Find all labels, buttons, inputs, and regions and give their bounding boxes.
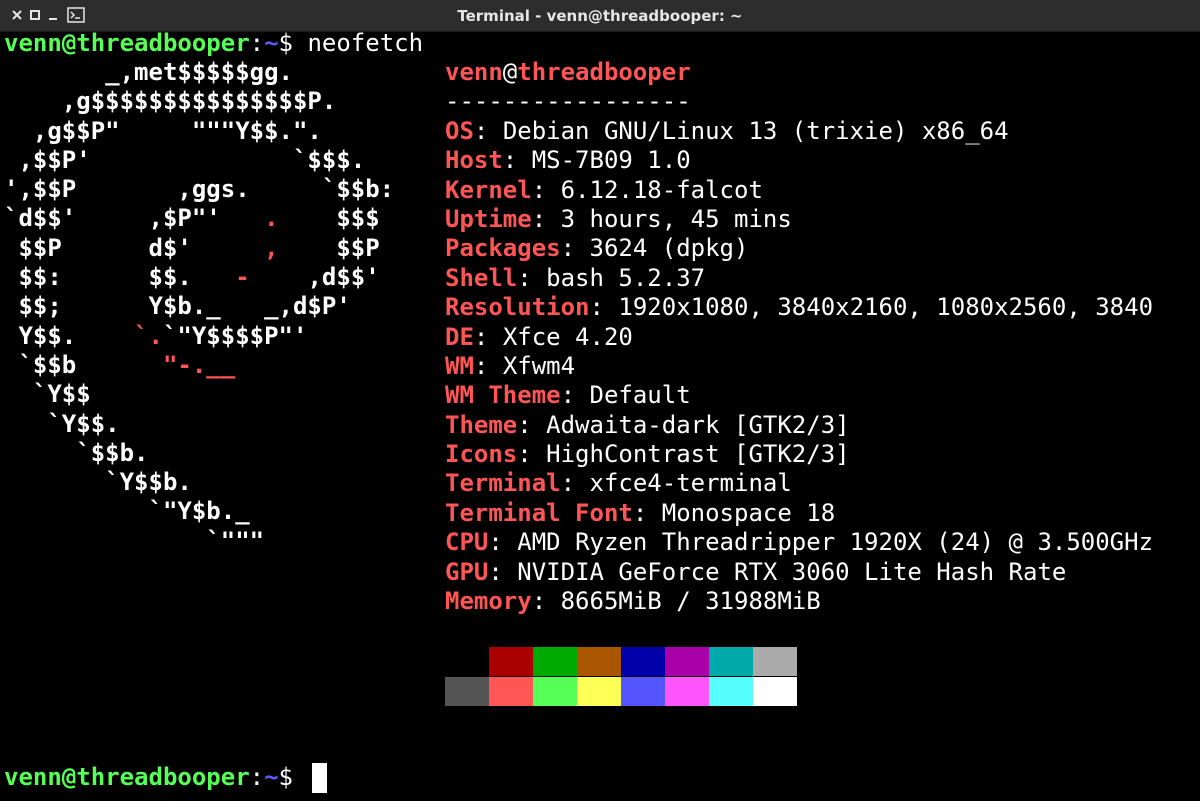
color-swatch-bright-0 xyxy=(445,677,489,706)
info-row-de: DE: Xfce 4.20 xyxy=(445,322,633,351)
info-row-host: Host: MS-7B09 1.0 xyxy=(445,146,691,175)
color-swatch-bright-1 xyxy=(489,677,533,706)
color-swatch-bright-7 xyxy=(753,677,797,706)
info-row-theme: Theme: Adwaita-dark [GTK2/3] xyxy=(445,410,850,439)
color-swatch-normal-2 xyxy=(533,647,577,676)
color-swatch-normal-7 xyxy=(753,647,797,676)
color-swatch-bright-6 xyxy=(709,677,753,706)
logo-line: $$P d$' , $$P xyxy=(4,233,380,262)
info-row-shell: Shell: bash 5.2.37 xyxy=(445,263,706,292)
window-title: Terminal - venn@threadbooper: ~ xyxy=(457,7,743,25)
info-row-memory: Memory: 8665MiB / 31988MiB xyxy=(445,587,821,616)
color-swatch-normal-3 xyxy=(577,647,621,676)
logo-line: `Y$$ xyxy=(4,380,91,409)
logo-line: `$$b. xyxy=(4,438,149,467)
info-header: venn@threadbooper xyxy=(445,58,691,86)
color-swatch-bright-4 xyxy=(621,677,665,706)
logo-line: $$; Y$b._ _,d$P' xyxy=(4,292,351,321)
logo-line: `d$$' ,$P"' . $$$ xyxy=(4,204,380,233)
debian-ascii-logo: _,met$$$$$gg. ,g$$$$$$$$$$$$$$$P. ,g$$P"… xyxy=(4,58,394,556)
color-swatch-normal-5 xyxy=(665,647,709,676)
info-row-resolution: Resolution: 1920x1080, 3840x2160, 1080x2… xyxy=(445,293,1154,322)
prompt-line: venn@threadbooper:~$ neofetch xyxy=(4,29,424,57)
logo-line: ,g$$$$$$$$$$$$$$$P. xyxy=(4,87,337,116)
info-row-os: OS: Debian GNU/Linux 13 (trixie) x86_64 xyxy=(445,116,1009,145)
prompt-line-current: venn@threadbooper:~$ xyxy=(4,763,293,791)
logo-line: `"Y$b._ xyxy=(4,497,250,526)
logo-line: Y$$. `.`"Y$$$$P"' xyxy=(4,321,308,350)
logo-line: ,g$$P" """Y$$.". xyxy=(4,116,322,145)
logo-line: ,$$P' `$$$. xyxy=(4,145,366,174)
info-row-icons: Icons: HighContrast [GTK2/3] xyxy=(445,440,850,469)
info-row-packages: Packages: 3624 (dpkg) xyxy=(445,234,749,263)
color-swatch-normal-6 xyxy=(709,647,753,676)
logo-line: `$$b "-.__ xyxy=(4,350,236,379)
color-swatch-normal-0 xyxy=(445,647,489,676)
logo-line: $$: $$. - ,d$$' xyxy=(4,263,380,292)
terminal-window: Terminal - venn@threadbooper: ~ venn@thr… xyxy=(0,0,1200,801)
color-swatch-bright-2 xyxy=(533,677,577,706)
info-row-wm: WM: Xfwm4 xyxy=(445,351,576,380)
color-swatch-bright-5 xyxy=(665,677,709,706)
info-row-terminal: Terminal: xfce4-terminal xyxy=(445,469,792,498)
color-swatch-normal-4 xyxy=(621,647,665,676)
logo-line: `Y$$b. xyxy=(4,468,192,497)
logo-line: ',$$P ,ggs. `$$b: xyxy=(4,175,395,204)
info-row-kernel: Kernel: 6.12.18-falcot xyxy=(445,175,763,204)
info-row-uptime: Uptime: 3 hours, 45 mins xyxy=(445,204,792,233)
info-row-cpu: CPU: AMD Ryzen Threadripper 1920X (24) @… xyxy=(445,528,1154,557)
info-separator: ----------------- xyxy=(445,87,691,116)
text-cursor xyxy=(312,763,327,793)
color-swatch-normal-1 xyxy=(489,647,533,676)
logo-line: `Y$$. xyxy=(4,409,120,438)
color-swatch-bright-3 xyxy=(577,677,621,706)
info-row-wm-theme: WM Theme: Default xyxy=(445,381,691,410)
system-info: venn@threadbooper ----------------- OS: … xyxy=(445,58,1153,616)
logo-line: _,met$$$$$gg. xyxy=(4,58,293,86)
logo-line: `""" xyxy=(4,526,265,555)
info-row-gpu: GPU: NVIDIA GeForce RTX 3060 Lite Hash R… xyxy=(445,557,1067,586)
terminal-content[interactable]: venn@threadbooper:~$ neofetch _,met$$$$$… xyxy=(0,29,1200,801)
info-row-terminal-font: Terminal Font: Monospace 18 xyxy=(445,498,836,527)
title-bar[interactable]: Terminal - venn@threadbooper: ~ xyxy=(0,0,1200,32)
